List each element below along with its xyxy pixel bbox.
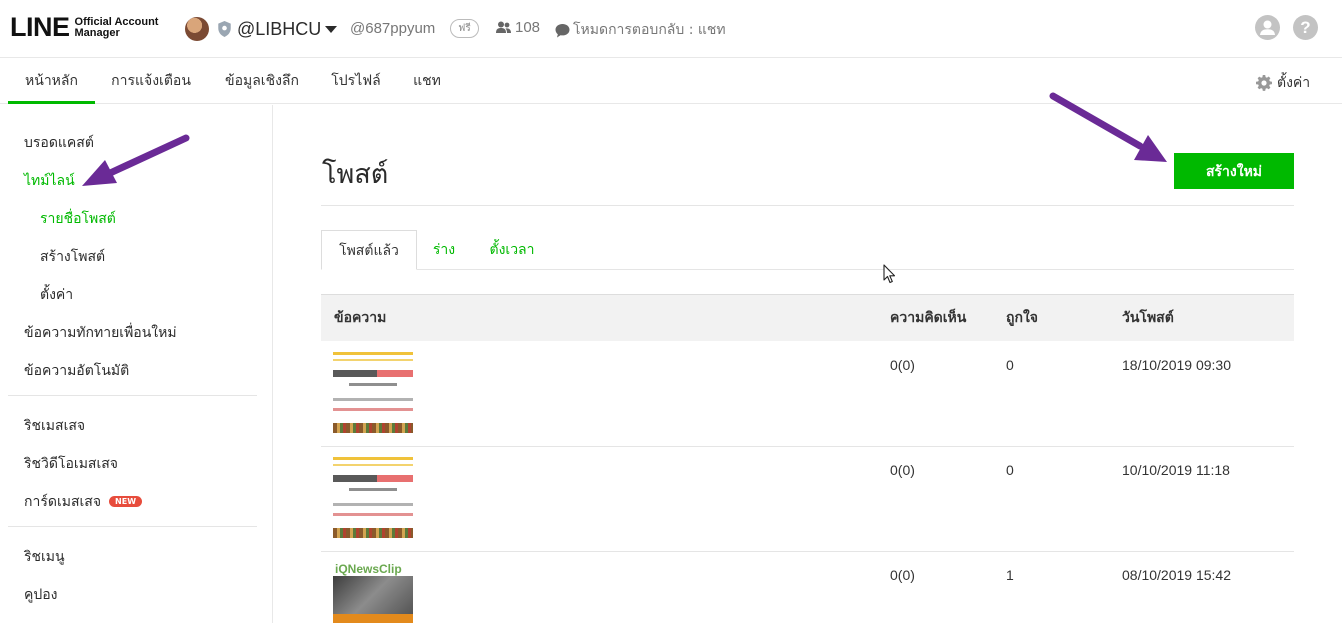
sidebar-divider [8,526,257,527]
sidebar-divider [8,395,257,396]
logo-subtitle: Official Account Manager [74,16,159,39]
chat-bubble-icon [555,23,570,37]
account-switcher[interactable]: @LIBHCU [185,16,338,42]
sidebar-item-rich-message[interactable]: ริชเมสเสจ [24,415,85,437]
sidebar-item-card-message[interactable]: การ์ดเมสเสจ NEW [24,491,143,513]
row-date: 08/10/2019 15:42 [1122,567,1231,583]
sidebar-item-rich-video[interactable]: ริชวิดีโอเมสเสจ [24,453,118,475]
nav-tab-notifications[interactable]: การแจ้งเตือน [103,58,199,104]
post-thumbnail[interactable]: iQNewsClip [333,562,413,623]
column-header-date: วันโพสต์ [1122,310,1174,326]
row-comments: 0(0) [890,462,915,478]
nav-tab-profile[interactable]: โปรไฟล์ [322,58,390,104]
settings-link[interactable]: ตั้งค่า [1256,72,1310,94]
sidebar-item-card-message-label: การ์ดเมสเสจ [24,494,102,510]
account-id: @687ppyum [350,20,436,37]
logo-subtitle-line2: Manager [74,26,120,39]
tab-scheduled[interactable]: ตั้งเวลา [482,230,542,270]
gear-icon [1256,75,1272,91]
posts-table-header: ข้อความ ความคิดเห็น ถูกใจ วันโพสต์ [321,294,1294,341]
nav-tab-insights[interactable]: ข้อมูลเชิงลึก [213,58,311,104]
sidebar: บรอดแคสต์ ไทม์ไลน์ รายชื่อโพสต์ สร้างโพส… [0,105,273,623]
row-divider [321,551,1294,552]
row-divider [321,446,1294,447]
sidebar-item-coupon[interactable]: คูปอง [24,584,58,606]
tab-drafts[interactable]: ร่าง [426,230,462,270]
column-header-message: ข้อความ [334,310,387,326]
friends-count[interactable]: 108 [496,19,540,36]
mouse-cursor-icon [883,264,896,284]
logo-line-text: LINE [10,12,70,42]
settings-label: ตั้งค่า [1277,75,1311,91]
shield-icon [218,21,231,37]
subtab-baseline [321,269,1294,270]
friends-icon [496,21,511,33]
sidebar-item-timeline[interactable]: ไทม์ไลน์ [24,170,75,192]
line-oa-logo[interactable]: LINE Official Account Manager [10,14,158,41]
sidebar-item-auto-reply[interactable]: ข้อความอัตโนมัติ [24,360,129,382]
nav-tab-home[interactable]: หน้าหลัก [8,58,95,104]
user-profile-icon[interactable] [1255,15,1280,40]
row-likes: 0 [1006,462,1014,478]
page-title: โพสต์ [322,159,389,190]
row-likes: 1 [1006,567,1014,583]
nav-tab-chat[interactable]: แชท [403,58,451,104]
sidebar-item-greeting[interactable]: ข้อความทักทายเพื่อนใหม่ [24,322,177,344]
top-header: LINE Official Account Manager @LIBHCU @6… [0,0,1342,58]
chevron-down-icon [325,25,338,33]
column-header-likes: ถูกใจ [1006,310,1038,326]
main-nav: หน้าหลัก การแจ้งเตือน ข้อมูลเชิงลึก โปรไ… [0,58,1342,104]
plan-badge: ฟรี [450,19,479,38]
column-header-comments: ความคิดเห็น [890,310,967,326]
help-icon[interactable]: ? [1293,15,1318,40]
friends-count-value: 108 [515,19,541,36]
post-thumbnail[interactable] [333,457,413,538]
sidebar-item-broadcast[interactable]: บรอดแคสต์ [24,132,94,154]
sidebar-item-create-post[interactable]: สร้างโพสต์ [40,246,105,268]
row-comments: 0(0) [890,357,915,373]
row-comments: 0(0) [890,567,915,583]
account-avatar [185,17,209,41]
new-badge: NEW [109,496,143,507]
row-date: 18/10/2019 09:30 [1122,357,1231,373]
reply-mode-label: โหมดการตอบกลับ : แชท [573,22,726,38]
row-likes: 0 [1006,357,1014,373]
annotation-arrow-create [1049,92,1167,162]
row-date: 10/10/2019 11:18 [1122,462,1230,478]
sidebar-item-post-list[interactable]: รายชื่อโพสต์ [40,208,116,230]
tab-posted[interactable]: โพสต์แล้ว [321,230,417,270]
create-new-button[interactable]: สร้างใหม่ [1174,153,1294,189]
sidebar-item-rich-menu[interactable]: ริชเมนู [24,546,65,568]
post-thumbnail[interactable] [333,352,413,433]
account-name: @LIBHCU [237,18,322,39]
title-divider [321,205,1294,206]
reply-mode-indicator[interactable]: โหมดการตอบกลับ : แชท [555,19,726,41]
thumbnail-news-label: iQNewsClip [333,562,413,576]
sidebar-item-timeline-settings[interactable]: ตั้งค่า [40,284,73,306]
